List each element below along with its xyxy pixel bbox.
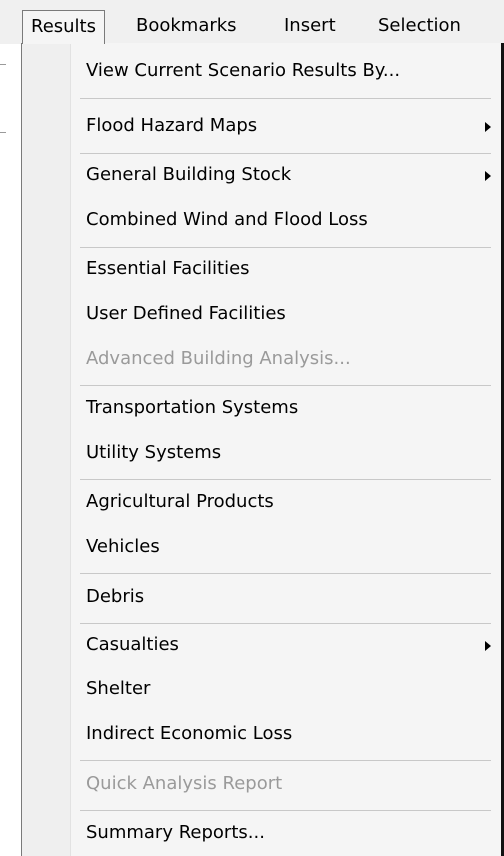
menu-bar: Results Bookmarks Insert Selection [0, 0, 504, 45]
edge-tick [0, 64, 6, 65]
background-window-edge [0, 44, 22, 856]
menu-selection[interactable]: Selection [370, 10, 469, 44]
submenu-arrow-icon [485, 171, 491, 181]
menu-item-general-building-stock[interactable]: General Building Stock [86, 163, 486, 187]
menu-bookmarks[interactable]: Bookmarks [128, 10, 245, 44]
menu-icon-gutter [22, 43, 71, 856]
menu-item-quick-analysis-report: Quick Analysis Report [86, 773, 283, 794]
menu-item-advanced-building-analysis: Advanced Building Analysis... [86, 348, 351, 369]
menu-item-debris[interactable]: Debris [86, 585, 486, 609]
submenu-arrow-icon [485, 641, 491, 651]
menu-separator [80, 247, 491, 248]
edge-tick [0, 132, 6, 133]
menu-separator [80, 98, 491, 99]
results-dropdown-menu: View Current Scenario Results By... Floo… [21, 43, 504, 856]
menu-item-agricultural-products[interactable]: Agricultural Products [86, 490, 486, 514]
menu-separator [80, 623, 491, 624]
menu-separator [80, 810, 491, 811]
menu-results[interactable]: Results [22, 10, 105, 44]
menu-separator [80, 479, 491, 480]
menu-item-flood-hazard-maps[interactable]: Flood Hazard Maps [86, 114, 486, 138]
menu-item-vehicles[interactable]: Vehicles [86, 535, 486, 559]
menu-item-user-defined-facilities[interactable]: User Defined Facilities [86, 302, 486, 326]
menu-item-transportation-systems[interactable]: Transportation Systems [86, 396, 486, 420]
application-window: Results Bookmarks Insert Selection View … [0, 0, 504, 856]
menu-item-indirect-economic-loss[interactable]: Indirect Economic Loss [86, 722, 486, 746]
menu-item-summary-reports[interactable]: Summary Reports... [86, 821, 486, 845]
menu-separator [80, 760, 491, 761]
menu-item-combined-wind-flood-loss[interactable]: Combined Wind and Flood Loss [86, 208, 486, 232]
menu-item-view-current-scenario-results[interactable]: View Current Scenario Results By... [86, 59, 486, 83]
menu-separator [80, 153, 491, 154]
menu-item-essential-facilities[interactable]: Essential Facilities [86, 257, 486, 281]
menu-insert[interactable]: Insert [276, 10, 344, 44]
menu-item-utility-systems[interactable]: Utility Systems [86, 441, 486, 465]
menu-separator [80, 385, 491, 386]
menu-separator [80, 573, 491, 574]
menu-item-casualties[interactable]: Casualties [86, 633, 486, 657]
submenu-arrow-icon [485, 122, 491, 132]
menu-item-shelter[interactable]: Shelter [86, 677, 486, 701]
